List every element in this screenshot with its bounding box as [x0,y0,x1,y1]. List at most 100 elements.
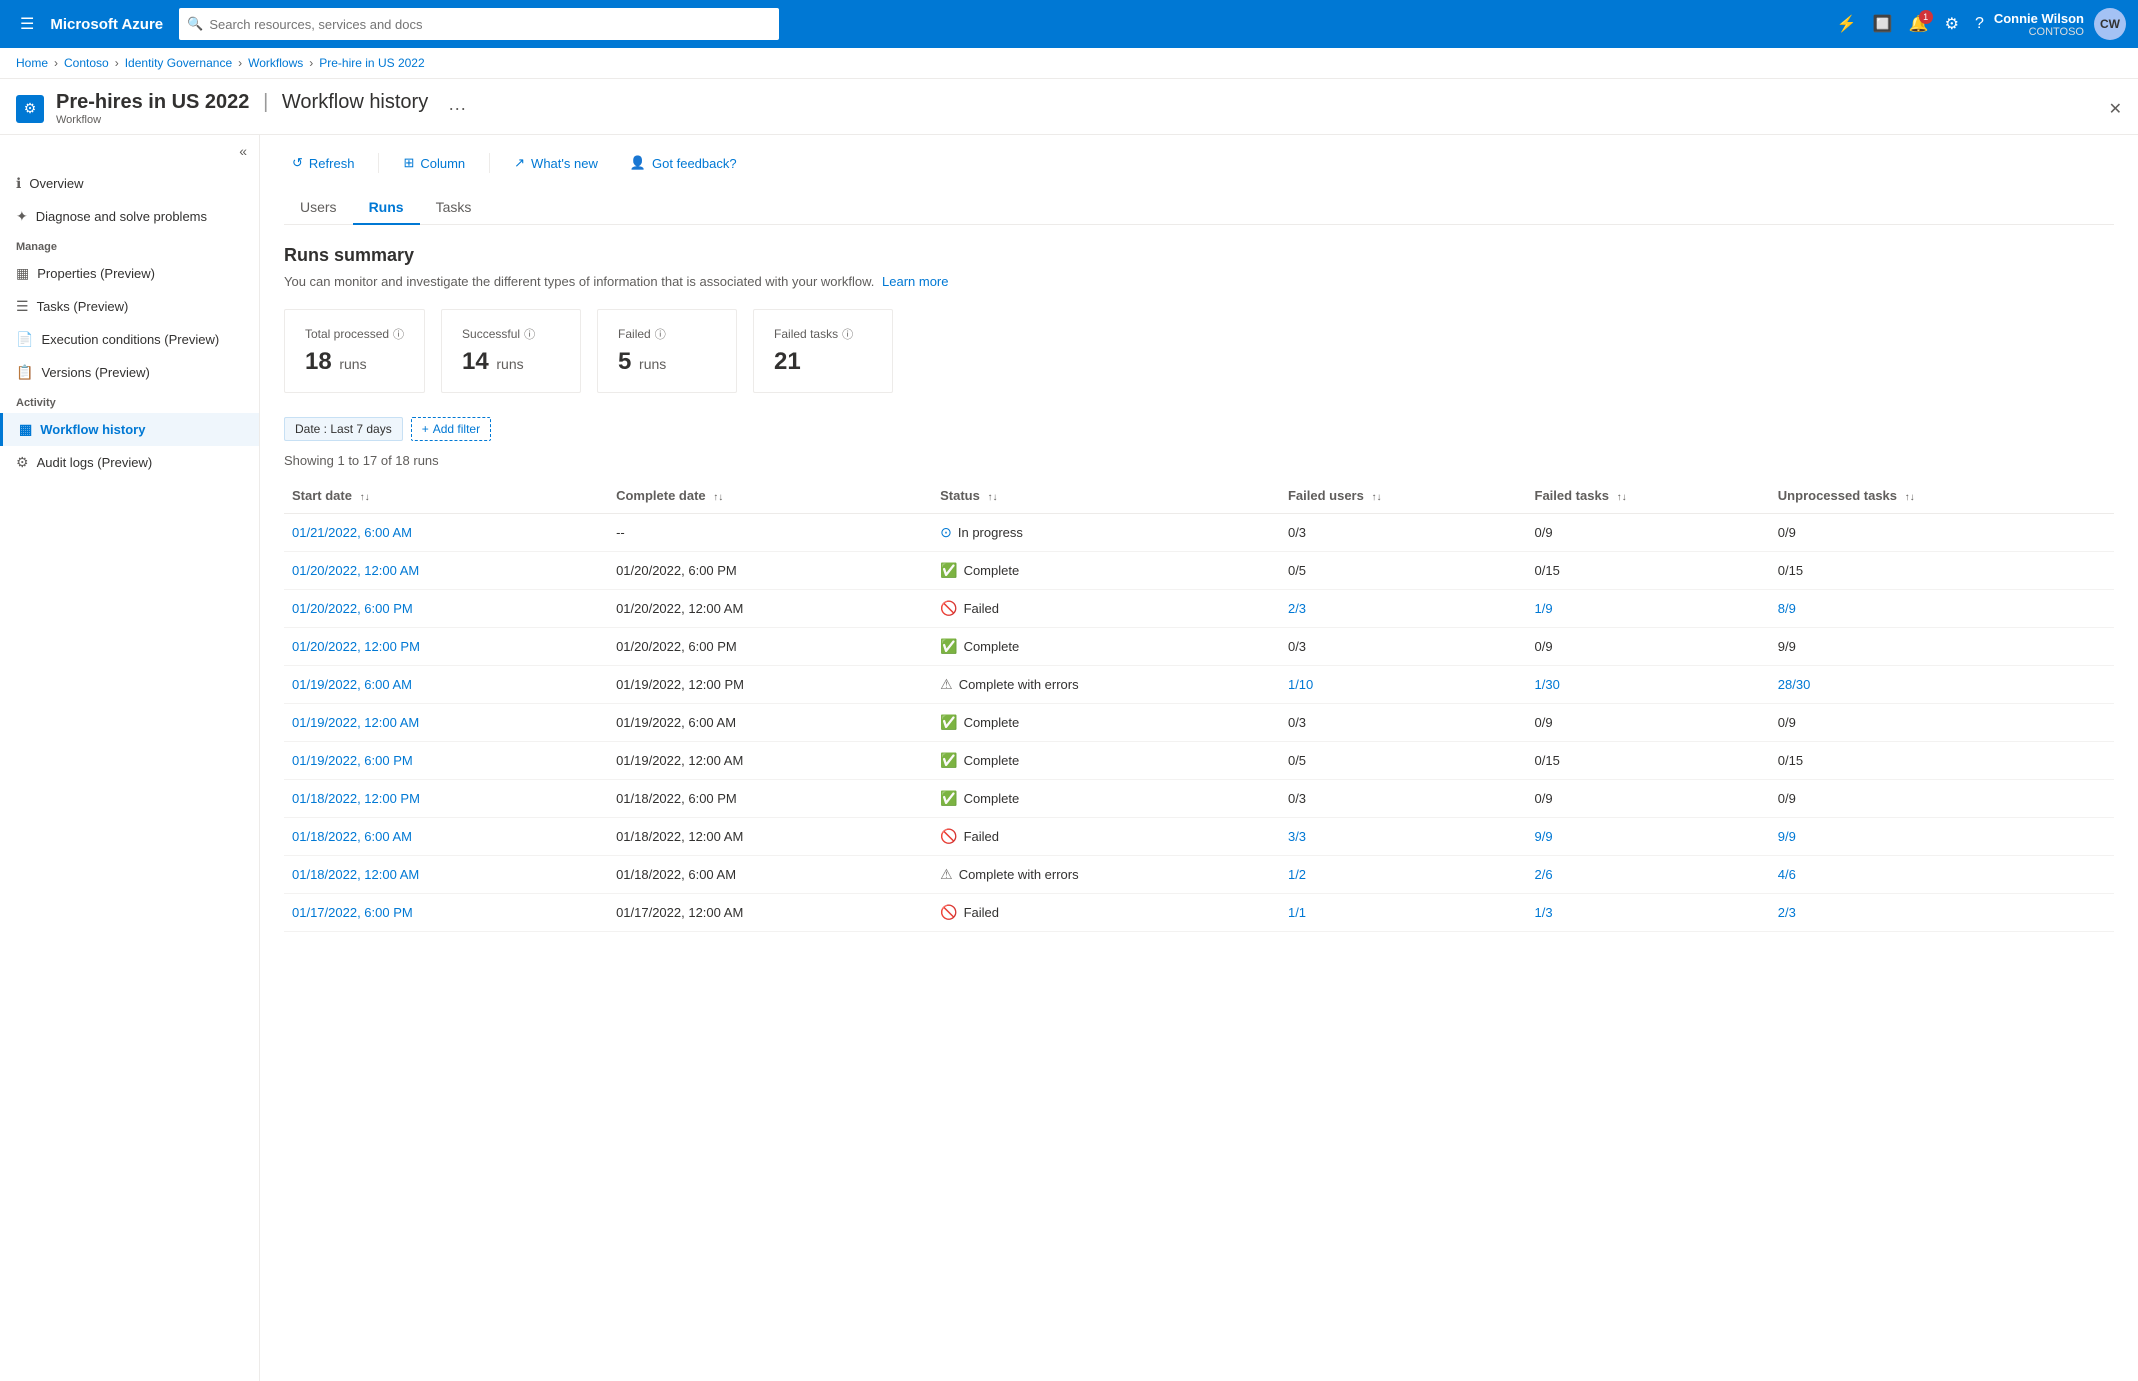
search-bar[interactable]: 🔍 [179,8,779,40]
add-filter-icon: + [422,422,429,436]
add-filter-button[interactable]: + Add filter [411,417,491,441]
failed-users-value: 0/3 [1288,639,1306,654]
sidebar-item-diagnose[interactable]: ✦ Diagnose and solve problems [0,200,259,233]
failed-users-link[interactable]: 2/3 [1288,601,1306,616]
failed-users-link[interactable]: 1/2 [1288,867,1306,882]
column-button[interactable]: ⊞ Column [395,151,473,175]
unprocessed-tasks-link[interactable]: 9/9 [1778,829,1796,844]
help-icon[interactable]: ? [1969,9,1990,39]
status-text: Failed [964,905,999,920]
tab-tasks[interactable]: Tasks [420,191,488,225]
col-failed-users[interactable]: Failed users ↑↓ [1280,478,1527,514]
unprocessed-tasks-link[interactable]: 4/6 [1778,867,1796,882]
complete-date: 01/20/2022, 12:00 AM [608,590,932,628]
sidebar-item-workflow-history[interactable]: ▦ Workflow history [0,413,259,446]
user-avatar[interactable]: CW [2094,8,2126,40]
sidebar-item-execution[interactable]: 📄 Execution conditions (Preview) [0,323,259,356]
table-row: 01/19/2022, 6:00 AM 01/19/2022, 12:00 PM… [284,666,2114,704]
start-date-link[interactable]: 01/19/2022, 6:00 PM [292,753,413,768]
status-text: Complete with errors [959,867,1079,882]
failed-users-link[interactable]: 3/3 [1288,829,1306,844]
failed-users-link[interactable]: 1/1 [1288,905,1306,920]
start-date-link[interactable]: 01/17/2022, 6:00 PM [292,905,413,920]
feedback-button[interactable]: 👤 Got feedback? [622,151,745,175]
failed-tasks-link[interactable]: 2/6 [1535,867,1553,882]
col-complete-date[interactable]: Complete date ↑↓ [608,478,932,514]
settings-icon[interactable]: ⚙ [1939,8,1965,40]
manage-section-label: Manage [0,233,259,257]
failed-tasks-link[interactable]: 1/30 [1535,677,1560,692]
col-status[interactable]: Status ↑↓ [932,478,1280,514]
start-date-link[interactable]: 01/18/2022, 12:00 AM [292,867,419,882]
sidebar-item-properties[interactable]: ▦ Properties (Preview) [0,257,259,290]
unprocessed-tasks-value: 0/9 [1778,791,1796,806]
start-date-link[interactable]: 01/18/2022, 12:00 PM [292,791,420,806]
refresh-button[interactable]: ↺ Refresh [284,151,362,175]
sidebar-toggle[interactable]: « [0,135,259,167]
failed-tasks-link[interactable]: 9/9 [1535,829,1553,844]
external-link-icon: ↗ [514,155,525,171]
sidebar-item-label: Tasks (Preview) [37,299,129,314]
col-failed-tasks[interactable]: Failed tasks ↑↓ [1527,478,1770,514]
unprocessed-tasks-value: 0/15 [1778,563,1803,578]
unprocessed-tasks-link[interactable]: 2/3 [1778,905,1796,920]
failed-info-icon[interactable]: ⓘ [655,326,666,342]
status-text: Failed [964,601,999,616]
col-start-date[interactable]: Start date ↑↓ [284,478,608,514]
whats-new-button[interactable]: ↗ What's new [506,151,606,175]
close-button[interactable]: ✕ [2109,99,2122,119]
col-unprocessed-tasks[interactable]: Unprocessed tasks ↑↓ [1770,478,2114,514]
breadcrumb-identity-governance[interactable]: Identity Governance [125,56,232,70]
notification-badge: 1 [1919,10,1933,24]
failed-users-link[interactable]: 1/10 [1288,677,1313,692]
date-filter[interactable]: Date : Last 7 days [284,417,403,441]
notification-icon[interactable]: 🔔 1 [1903,8,1935,40]
learn-more-link[interactable]: Learn more [882,274,948,289]
hamburger-menu[interactable]: ☰ [12,6,42,42]
failed-tasks-link[interactable]: 1/3 [1535,905,1553,920]
start-date-link[interactable]: 01/20/2022, 12:00 AM [292,563,419,578]
start-date-link[interactable]: 01/20/2022, 6:00 PM [292,601,413,616]
sidebar-item-tasks[interactable]: ☰ Tasks (Preview) [0,290,259,323]
collapse-icon[interactable]: « [239,143,247,159]
more-options-button[interactable]: ··· [448,98,466,119]
breadcrumb-contoso[interactable]: Contoso [64,56,109,70]
start-date-link[interactable]: 01/18/2022, 6:00 AM [292,829,412,844]
sort-status-icon[interactable]: ↑↓ [987,492,997,503]
failed-tasks-info-icon[interactable]: ⓘ [842,326,853,342]
start-date-link[interactable]: 01/19/2022, 12:00 AM [292,715,419,730]
complete-date: 01/20/2022, 6:00 PM [608,552,932,590]
breadcrumb-workflows[interactable]: Workflows [248,56,303,70]
start-date-link[interactable]: 01/21/2022, 6:00 AM [292,525,412,540]
tab-users[interactable]: Users [284,191,353,225]
total-info-icon[interactable]: ⓘ [393,326,404,342]
breadcrumb-home[interactable]: Home [16,56,48,70]
sort-failed-users-icon[interactable]: ↑↓ [1371,492,1381,503]
sort-start-date-icon[interactable]: ↑↓ [360,492,370,503]
search-input[interactable] [209,17,771,32]
tab-runs[interactable]: Runs [353,191,420,225]
unprocessed-tasks-link[interactable]: 28/30 [1778,677,1811,692]
cloud-shell-icon[interactable]: ⚡ [1831,8,1863,40]
failed-tasks-link[interactable]: 1/9 [1535,601,1553,616]
main-layout: « ℹ Overview ✦ Diagnose and solve proble… [0,135,2138,1381]
status-text: Complete with errors [959,677,1079,692]
toolbar-divider2 [489,153,490,173]
user-menu[interactable]: Connie Wilson CONTOSO [1994,11,2084,38]
execution-icon: 📄 [16,331,33,348]
start-date-link[interactable]: 01/19/2022, 6:00 AM [292,677,412,692]
sort-unprocessed-icon[interactable]: ↑↓ [1905,492,1915,503]
page-header-titles: Pre-hires in US 2022 | Workflow history … [56,91,428,126]
tasks-icon: ☰ [16,298,29,315]
breadcrumb-prehire[interactable]: Pre-hire in US 2022 [319,56,424,70]
sort-complete-date-icon[interactable]: ↑↓ [713,492,723,503]
successful-info-icon[interactable]: ⓘ [524,326,535,342]
sidebar-item-audit-logs[interactable]: ⚙ Audit logs (Preview) [0,446,259,479]
sort-failed-tasks-icon[interactable]: ↑↓ [1617,492,1627,503]
sidebar-item-label: Diagnose and solve problems [36,209,207,224]
start-date-link[interactable]: 01/20/2022, 12:00 PM [292,639,420,654]
portal-settings-icon[interactable]: 🔲 [1867,8,1899,40]
sidebar-item-overview[interactable]: ℹ Overview [0,167,259,200]
sidebar-item-versions[interactable]: 📋 Versions (Preview) [0,356,259,389]
unprocessed-tasks-link[interactable]: 8/9 [1778,601,1796,616]
